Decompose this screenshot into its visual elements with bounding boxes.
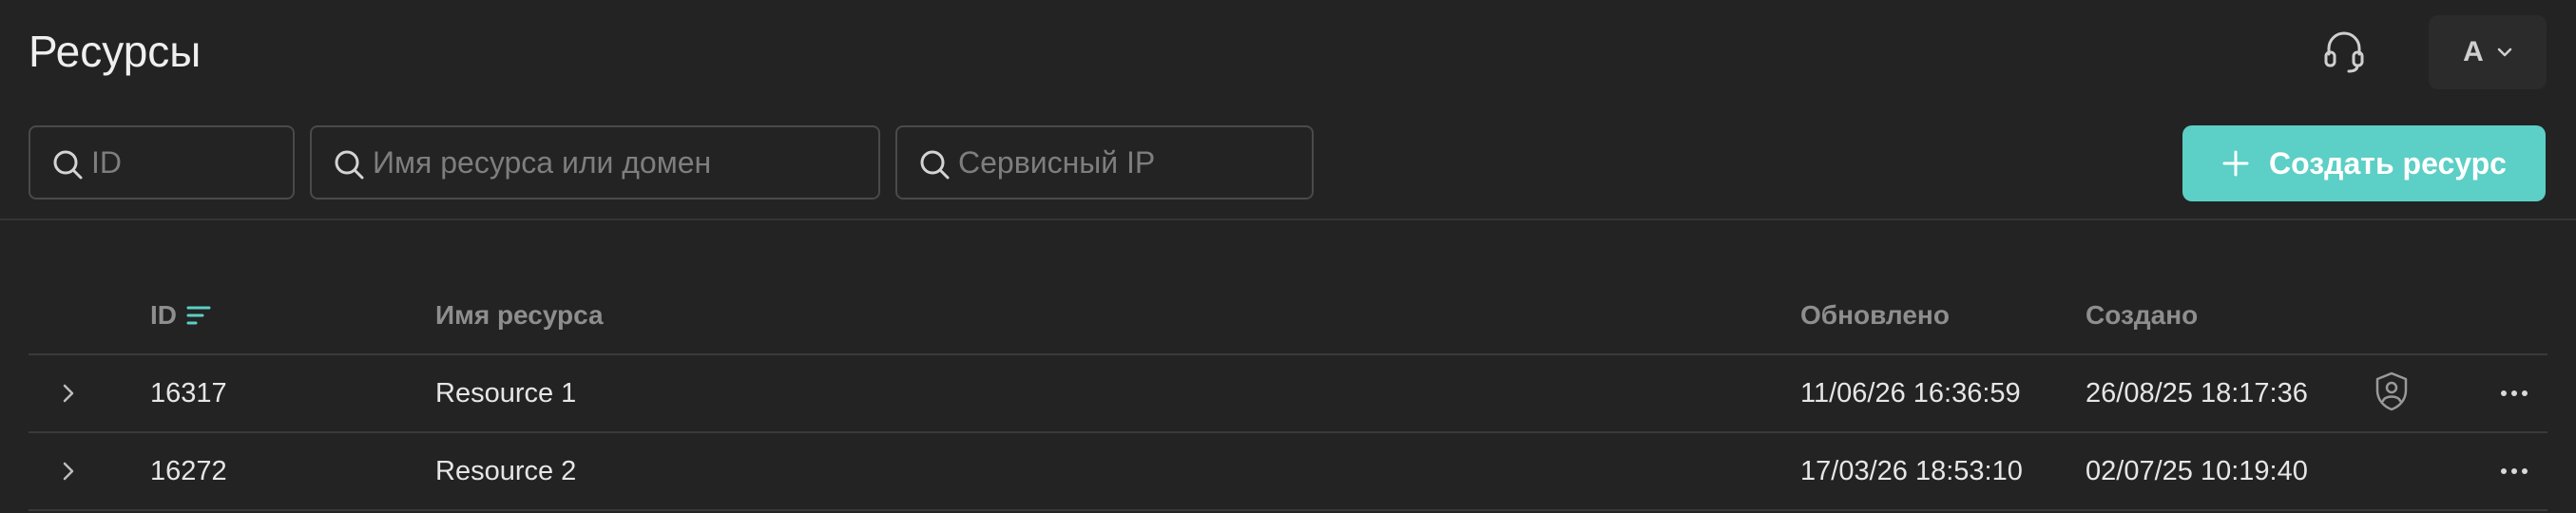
user-initial: A: [2463, 36, 2484, 67]
column-header-created[interactable]: Создано: [2086, 296, 2198, 334]
search-icon: [335, 150, 364, 180]
chevron-right-icon: [63, 384, 74, 403]
section-divider: [0, 218, 2576, 220]
row-more-button[interactable]: [2490, 374, 2538, 412]
support-button[interactable]: [2319, 25, 2369, 78]
more-horizontal-icon: [2501, 468, 2528, 474]
page-title: Ресурсы: [29, 27, 202, 76]
resources-table: ID Имя ресурса Обновлено Создано 16317 R…: [29, 276, 2547, 511]
id-search-field[interactable]: [29, 125, 295, 200]
row-updated: 11/06/26 16:36:59: [1800, 378, 2021, 408]
sort-icon[interactable]: [186, 305, 211, 326]
name-search-input[interactable]: [373, 127, 869, 198]
create-resource-button[interactable]: Создать ресурс: [2182, 125, 2546, 201]
table-header: ID Имя ресурса Обновлено Создано: [29, 276, 2547, 355]
row-created: 26/08/25 18:17:36: [2086, 378, 2308, 408]
search-icon: [53, 150, 83, 180]
id-search-input[interactable]: [91, 127, 283, 198]
plus-icon: [2222, 150, 2249, 177]
row-id: 16317: [150, 378, 227, 408]
expand-row-button[interactable]: [49, 452, 87, 490]
filters-bar: Создать ресурс: [0, 125, 2576, 203]
user-menu-button[interactable]: A: [2429, 15, 2547, 89]
search-icon: [920, 150, 950, 180]
column-header-updated[interactable]: Обновлено: [1800, 296, 1950, 334]
create-resource-label: Создать ресурс: [2269, 145, 2507, 180]
ip-search-field[interactable]: [895, 125, 1314, 200]
row-name[interactable]: Resource 1: [435, 374, 576, 412]
row-name[interactable]: Resource 2: [435, 452, 576, 490]
expand-row-button[interactable]: [49, 374, 87, 412]
name-search-field[interactable]: [310, 125, 880, 200]
chevron-right-icon: [63, 462, 74, 481]
chevron-down-icon: [2497, 48, 2512, 57]
row-updated: 17/03/26 18:53:10: [1800, 456, 2023, 486]
row-created: 02/07/25 10:19:40: [2086, 456, 2308, 486]
column-header-name[interactable]: Имя ресурса: [435, 296, 604, 334]
headset-icon: [2324, 31, 2364, 73]
top-bar: Ресурсы A: [0, 0, 2576, 106]
shield-icon: [2375, 371, 2408, 411]
table-row[interactable]: 16272 Resource 2 17/03/26 18:53:10 02/07…: [29, 433, 2547, 511]
column-header-id-label: ID: [150, 300, 177, 330]
column-header-id[interactable]: ID: [150, 296, 211, 334]
more-horizontal-icon: [2501, 390, 2528, 396]
ip-search-input[interactable]: [958, 127, 1302, 198]
row-id: 16272: [150, 456, 227, 486]
row-more-button[interactable]: [2490, 452, 2538, 490]
table-row[interactable]: 16317 Resource 1 11/06/26 16:36:59 26/08…: [29, 355, 2547, 433]
